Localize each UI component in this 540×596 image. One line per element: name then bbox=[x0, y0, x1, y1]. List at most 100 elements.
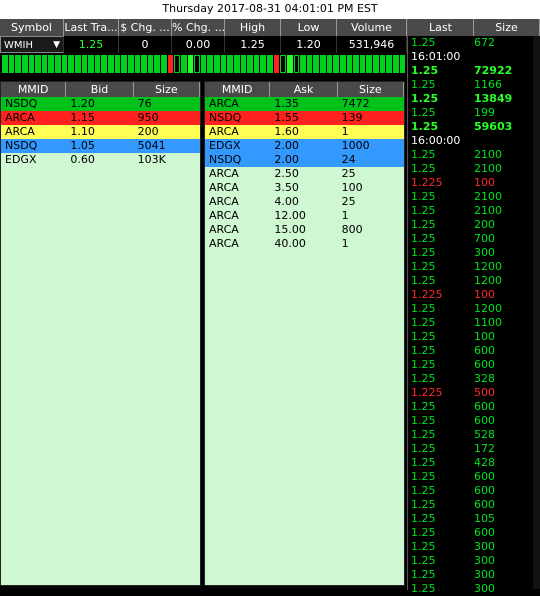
col-header-dollar-change[interactable]: $ Chg. ... bbox=[119, 19, 172, 36]
tape-row[interactable]: 1.25 2100 bbox=[408, 204, 540, 218]
ask-ask-cell: 1.35 bbox=[274, 97, 299, 110]
tape-row[interactable]: 1.25 1200 bbox=[408, 260, 540, 274]
ask-row[interactable]: NSDQ 1.55 139 bbox=[205, 111, 404, 125]
tape-row[interactable]: 1.25 428 bbox=[408, 456, 540, 470]
col-header-last-trade[interactable]: Last Tra... bbox=[64, 19, 119, 36]
tape-last-cell: 1.25 bbox=[411, 414, 436, 427]
tape-row[interactable]: 16:01:00 bbox=[408, 50, 540, 64]
tape-last-cell: 1.25 bbox=[411, 120, 439, 133]
ask-col-mmid[interactable]: MMID bbox=[205, 82, 271, 97]
ask-col-size[interactable]: Size bbox=[338, 82, 404, 97]
ask-row[interactable]: NSDQ 2.00 24 bbox=[205, 153, 404, 167]
bid-col-mmid[interactable]: MMID bbox=[1, 82, 67, 97]
chevron-down-icon[interactable]: ▼ bbox=[53, 37, 60, 54]
tape-row[interactable]: 1.225 100 bbox=[408, 176, 540, 190]
tape-last-cell: 1.25 bbox=[411, 162, 436, 175]
tape-size-cell: 300 bbox=[474, 540, 495, 553]
tape-row[interactable]: 1.225 500 bbox=[408, 386, 540, 400]
ask-col-ask[interactable]: Ask bbox=[270, 82, 338, 97]
bid-col-bid[interactable]: Bid bbox=[66, 82, 134, 97]
ask-row[interactable]: ARCA 3.50 100 bbox=[205, 181, 404, 195]
tape-row[interactable]: 1.25 199 bbox=[408, 106, 540, 120]
tape-size-cell: 1200 bbox=[474, 260, 502, 273]
ask-row[interactable]: ARCA 1.35 7472 bbox=[205, 97, 404, 111]
tape-row[interactable]: 1.25 13849 bbox=[408, 92, 540, 106]
tape-row[interactable]: 1.25 600 bbox=[408, 344, 540, 358]
tape-row[interactable]: 1.25 300 bbox=[408, 554, 540, 568]
tick-bar-segment bbox=[373, 55, 379, 73]
tape-row[interactable]: 1.25 59603 bbox=[408, 120, 540, 134]
bid-row[interactable]: NSDQ 1.05 5041 bbox=[1, 139, 200, 153]
tape-row[interactable]: 1.25 672 bbox=[408, 36, 540, 50]
tape-last-cell: 1.25 bbox=[411, 246, 436, 259]
tape-row[interactable]: 1.25 600 bbox=[408, 484, 540, 498]
bid-size-cell: 200 bbox=[137, 125, 159, 138]
tape-row[interactable]: 1.25 300 bbox=[408, 246, 540, 260]
tape-row[interactable]: 1.25 72922 bbox=[408, 64, 540, 78]
bid-row[interactable]: NSDQ 1.20 76 bbox=[1, 97, 200, 111]
tick-bar-segment bbox=[35, 55, 41, 73]
ask-row[interactable]: EDGX 2.00 1000 bbox=[205, 139, 404, 153]
tape-row[interactable]: 1.25 100 bbox=[408, 330, 540, 344]
ask-row[interactable]: ARCA 12.00 1 bbox=[205, 209, 404, 223]
tape-row[interactable]: 1.25 300 bbox=[408, 540, 540, 554]
col-header-high[interactable]: High bbox=[225, 19, 281, 36]
tape-row[interactable]: 1.25 1166 bbox=[408, 78, 540, 92]
tape-last-cell: 1.25 bbox=[411, 428, 436, 441]
tape-row[interactable]: 1.25 600 bbox=[408, 470, 540, 484]
tape-row[interactable]: 1.25 2100 bbox=[408, 162, 540, 176]
tape-row[interactable]: 1.25 700 bbox=[408, 232, 540, 246]
last-trade-value: 1.25 bbox=[64, 36, 119, 53]
ask-row[interactable]: ARCA 2.50 25 bbox=[205, 167, 404, 181]
tape-row[interactable]: 1.25 600 bbox=[408, 498, 540, 512]
ask-mmid-cell: EDGX bbox=[209, 139, 241, 152]
tape-size-cell: 1200 bbox=[474, 274, 502, 287]
tape-size-cell: 500 bbox=[474, 386, 495, 399]
tape-size-cell: 2100 bbox=[474, 148, 502, 161]
bid-bid-cell: 1.15 bbox=[70, 111, 95, 124]
tape-row[interactable]: 1.25 600 bbox=[408, 400, 540, 414]
tape-row[interactable]: 1.25 2100 bbox=[408, 148, 540, 162]
tape-row[interactable]: 1.225 100 bbox=[408, 288, 540, 302]
ask-row[interactable]: ARCA 40.00 1 bbox=[205, 237, 404, 251]
bid-size-cell: 76 bbox=[137, 97, 152, 110]
tape-row[interactable]: 1.25 528 bbox=[408, 428, 540, 442]
tape-row[interactable]: 1.25 172 bbox=[408, 442, 540, 456]
bid-row[interactable]: ARCA 1.15 950 bbox=[1, 111, 200, 125]
tape-row[interactable]: 1.25 200 bbox=[408, 218, 540, 232]
tape-size-cell: 200 bbox=[474, 218, 495, 231]
tape-size-cell: 300 bbox=[474, 568, 495, 581]
tape-row[interactable]: 1.25 1200 bbox=[408, 274, 540, 288]
col-header-percent-change[interactable]: % Chg. ... bbox=[172, 19, 225, 36]
ask-row[interactable]: ARCA 1.60 1 bbox=[205, 125, 404, 139]
col-header-symbol[interactable]: Symbol bbox=[0, 19, 64, 36]
tape-row[interactable]: 16:00:00 bbox=[408, 134, 540, 148]
tape-row[interactable]: 1.25 600 bbox=[408, 526, 540, 540]
tape-last-cell: 1.25 bbox=[411, 204, 436, 217]
tape-size-cell: 428 bbox=[474, 456, 495, 469]
tape-col-size[interactable]: Size bbox=[474, 19, 540, 36]
ask-row[interactable]: ARCA 15.00 800 bbox=[205, 223, 404, 237]
bid-row[interactable]: EDGX 0.60 103K bbox=[1, 153, 200, 167]
tape-row[interactable]: 1.25 600 bbox=[408, 358, 540, 372]
tape-row[interactable]: 1.25 300 bbox=[408, 582, 540, 596]
tape-row[interactable]: 1.25 600 bbox=[408, 414, 540, 428]
tick-indicator-bar bbox=[0, 55, 407, 75]
col-header-volume[interactable]: Volume bbox=[337, 19, 407, 36]
col-header-low[interactable]: Low bbox=[281, 19, 337, 36]
tape-row[interactable]: 1.25 328 bbox=[408, 372, 540, 386]
tick-bar-segment bbox=[21, 55, 28, 73]
tape-row[interactable]: 1.25 2100 bbox=[408, 190, 540, 204]
tape-scrollbar[interactable] bbox=[533, 36, 540, 589]
tape-row[interactable]: 1.25 1200 bbox=[408, 302, 540, 316]
ask-row[interactable]: ARCA 4.00 25 bbox=[205, 195, 404, 209]
bid-col-size[interactable]: Size bbox=[134, 82, 200, 97]
symbol-select[interactable]: WMIH ▼ bbox=[0, 36, 64, 53]
tape-row[interactable]: 1.25 105 bbox=[408, 512, 540, 526]
ask-ask-cell: 4.00 bbox=[274, 195, 299, 208]
tape-col-last[interactable]: Last bbox=[408, 19, 474, 36]
ask-size-cell: 25 bbox=[341, 195, 356, 208]
tape-row[interactable]: 1.25 1100 bbox=[408, 316, 540, 330]
bid-row[interactable]: ARCA 1.10 200 bbox=[1, 125, 200, 139]
tape-row[interactable]: 1.25 300 bbox=[408, 568, 540, 582]
